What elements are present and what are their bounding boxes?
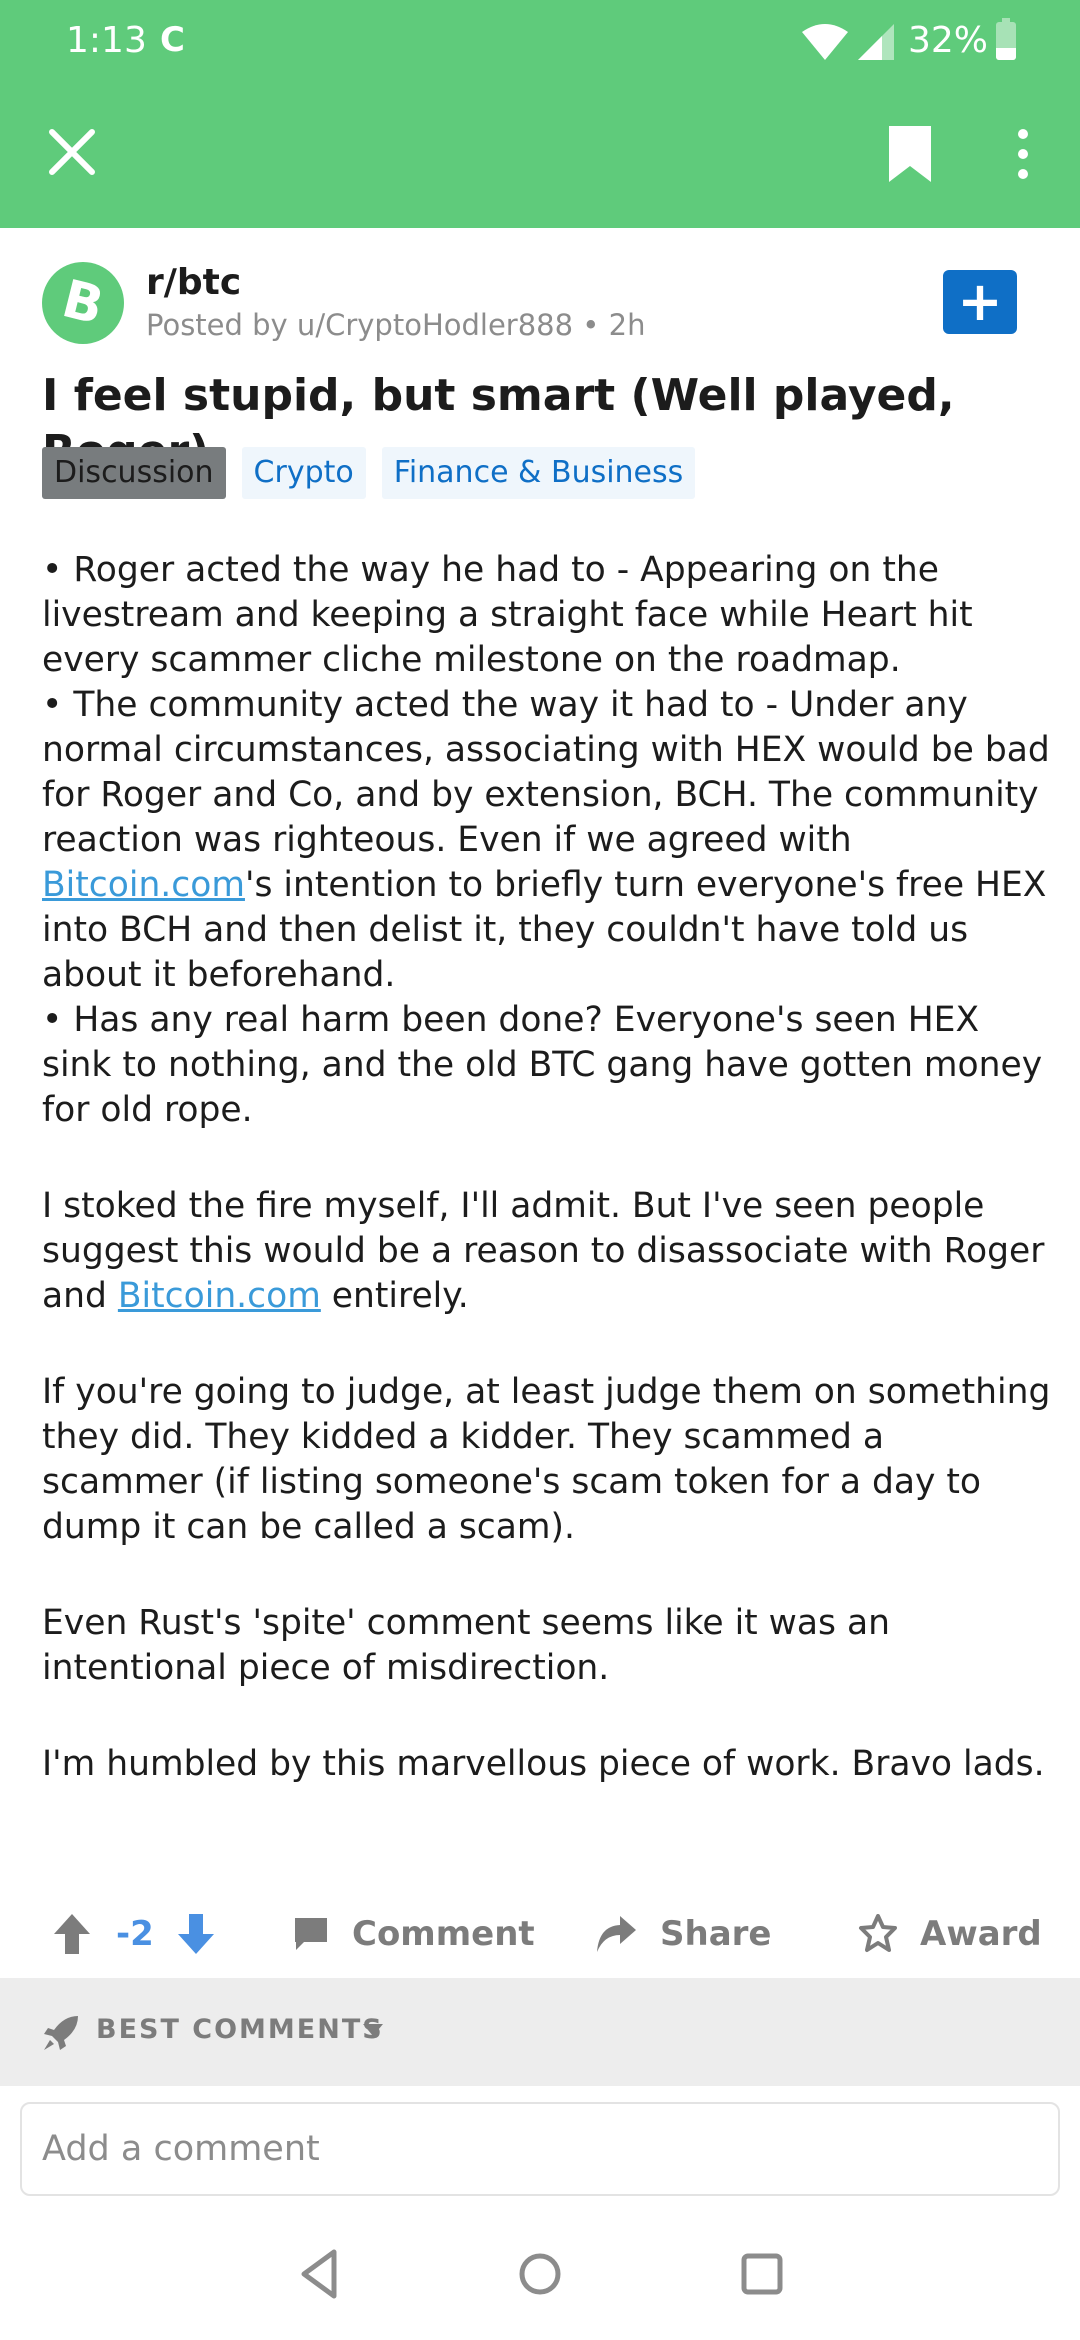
more-vert-icon[interactable]: [1008, 124, 1038, 184]
system-nav-bar: [0, 2206, 1080, 2340]
flair-list: Discussion Crypto Finance & Business: [42, 447, 696, 499]
body-paragraph-3: If you're going to judge, at least judge…: [42, 1372, 1051, 1547]
flair-finance-business[interactable]: Finance & Business: [381, 447, 696, 499]
body-paragraph-2: I stoked the fire myself, I'll admit. Bu…: [42, 1186, 1045, 1316]
arrow-up-icon: [54, 1914, 90, 1954]
subreddit-avatar[interactable]: B: [42, 262, 124, 344]
home-icon[interactable]: [510, 2244, 570, 2304]
downvote-button[interactable]: [176, 1890, 220, 1978]
arrow-down-icon: [178, 1914, 214, 1954]
back-icon[interactable]: [290, 2244, 350, 2304]
body-bullet-1: • Roger acted the way he had to - Appear…: [42, 550, 973, 680]
flair-discussion[interactable]: Discussion: [42, 447, 226, 499]
subreddit-name[interactable]: r/btc: [146, 262, 241, 303]
battery-icon: [996, 18, 1016, 60]
body-bullet-3: • Has any real harm been done? Everyone'…: [42, 1000, 1043, 1130]
comment-sort-bar[interactable]: BEST COMMENTS: [0, 1978, 1080, 2086]
award-label: Award: [920, 1914, 1042, 1954]
battery-percent: 32%: [908, 20, 989, 61]
post-body: • Roger acted the way he had to - Appear…: [42, 548, 1052, 1787]
subreddit-avatar-letter: B: [56, 269, 110, 337]
bitcoin-link[interactable]: Bitcoin.com: [118, 1276, 321, 1316]
upvote-button[interactable]: [52, 1890, 96, 1978]
cell-signal-icon: [858, 24, 894, 60]
vote-score: -2: [116, 1914, 154, 1954]
bookmark-icon[interactable]: [885, 124, 935, 184]
share-button[interactable]: Share: [594, 1890, 771, 1978]
sync-icon: C: [160, 20, 185, 60]
status-time: 1:13: [66, 20, 147, 61]
close-icon[interactable]: [44, 124, 100, 180]
rocket-icon: [44, 2016, 78, 2050]
comment-icon: [295, 1918, 327, 1950]
body-paragraph-4: Even Rust's 'spite' comment seems like i…: [42, 1603, 890, 1688]
post-meta: Posted by u/CryptoHodler888 • 2h: [146, 308, 646, 342]
status-bar: 1:13 C 32%: [0, 0, 1080, 80]
body-bullet-2: • The community acted the way it had to …: [42, 685, 1050, 995]
share-label: Share: [660, 1914, 772, 1954]
recents-icon[interactable]: [732, 2244, 792, 2304]
comment-input[interactable]: [20, 2102, 1060, 2196]
bitcoin-link[interactable]: Bitcoin.com: [42, 865, 245, 905]
join-button[interactable]: +: [943, 270, 1017, 334]
wifi-icon: [802, 24, 848, 60]
share-icon: [597, 1916, 636, 1952]
chevron-down-icon: [363, 2024, 383, 2036]
battery-level: [996, 47, 1016, 60]
post-actions: -2 Comment Share Award: [0, 1890, 1080, 1978]
sort-label: BEST COMMENTS: [96, 2014, 384, 2045]
comment-label: Comment: [352, 1914, 535, 1954]
award-button[interactable]: Award: [858, 1890, 1042, 1978]
comment-button[interactable]: Comment: [292, 1890, 535, 1978]
award-icon: [859, 1914, 897, 1952]
body-paragraph-5: I'm humbled by this marvellous piece of …: [42, 1744, 1045, 1784]
flair-crypto[interactable]: Crypto: [241, 447, 366, 499]
app-header: 1:13 C 32%: [0, 0, 1080, 228]
